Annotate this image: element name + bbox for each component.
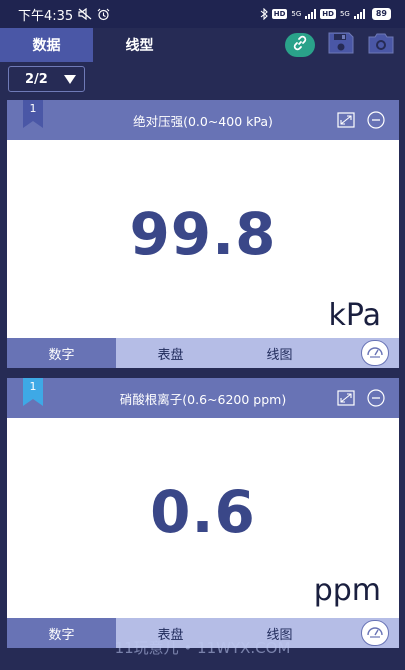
panel-body: 99.8 kPa [7,140,399,338]
status-time: 下午4:35 [18,8,74,24]
minus-circle-icon[interactable] [367,389,385,411]
top-tab-bar: 数据 线型 [0,28,405,62]
save-button[interactable] [327,31,355,59]
bookmark-icon: 1 [23,378,43,406]
hd-badge: HD [271,9,288,19]
sensor-panel-1: 1 绝对压强(0.0~400 kPa) 99.8 kPa 数字 表盘 线图 [7,100,399,368]
signal-icon-2 [353,9,365,19]
view-tab-digital[interactable]: 数字 [7,338,116,368]
status-bar: 下午4:35 HD 5G HD 5G 89 [0,0,405,28]
bluetooth-icon [260,8,268,20]
panel-index: 1 [29,102,37,115]
expand-icon[interactable] [337,112,355,132]
page-selector[interactable]: 2/2 [8,66,85,92]
network-type-2: 5G [339,10,350,18]
tab-data[interactable]: 数据 [0,28,93,62]
toolbar [285,31,405,59]
chevron-down-icon [64,74,76,84]
alarm-icon [97,8,110,21]
reading-value: 99.8 [129,200,277,268]
panel-header: 1 绝对压强(0.0~400 kPa) [7,100,399,140]
watermark: 11玩意儿 • 11WYX.COM [114,639,291,657]
battery-icon: 89 [371,8,391,20]
tab-line-chart[interactable]: 线型 [93,28,186,62]
save-icon [327,31,355,59]
link-icon [291,34,309,56]
signal-icon [305,9,317,19]
view-tab-line[interactable]: 线图 [225,338,334,368]
bookmark-icon: 1 [23,100,43,128]
reading-value: 0.6 [150,478,256,546]
expand-icon[interactable] [337,390,355,410]
minus-circle-icon[interactable] [367,111,385,133]
gauge-button[interactable] [361,340,389,366]
reading-unit: ppm [313,573,381,608]
panel-header: 1 硝酸根离子(0.6~6200 ppm) [7,378,399,418]
panel-title: 硝酸根离子(0.6~6200 ppm) [119,391,287,407]
network-type: 5G [291,10,302,18]
panel-title: 绝对压强(0.0~400 kPa) [133,113,273,129]
panel-body: 0.6 ppm [7,418,399,618]
view-tab-dial[interactable]: 表盘 [116,338,225,368]
panel-index: 1 [29,380,37,393]
hd-badge-2: HD [320,9,336,19]
sensor-panel-2: 1 硝酸根离子(0.6~6200 ppm) 0.6 ppm 数字 表盘 线图 [7,378,399,648]
page-selector-row: 2/2 [0,62,405,98]
gauge-icon [366,343,384,363]
camera-button[interactable] [367,31,395,59]
mute-icon [78,8,92,20]
view-tabs: 数字 表盘 线图 [7,338,399,368]
page-selector-value: 2/2 [25,71,48,87]
camera-icon [367,31,395,59]
link-button[interactable] [285,33,315,57]
reading-unit: kPa [328,298,382,333]
